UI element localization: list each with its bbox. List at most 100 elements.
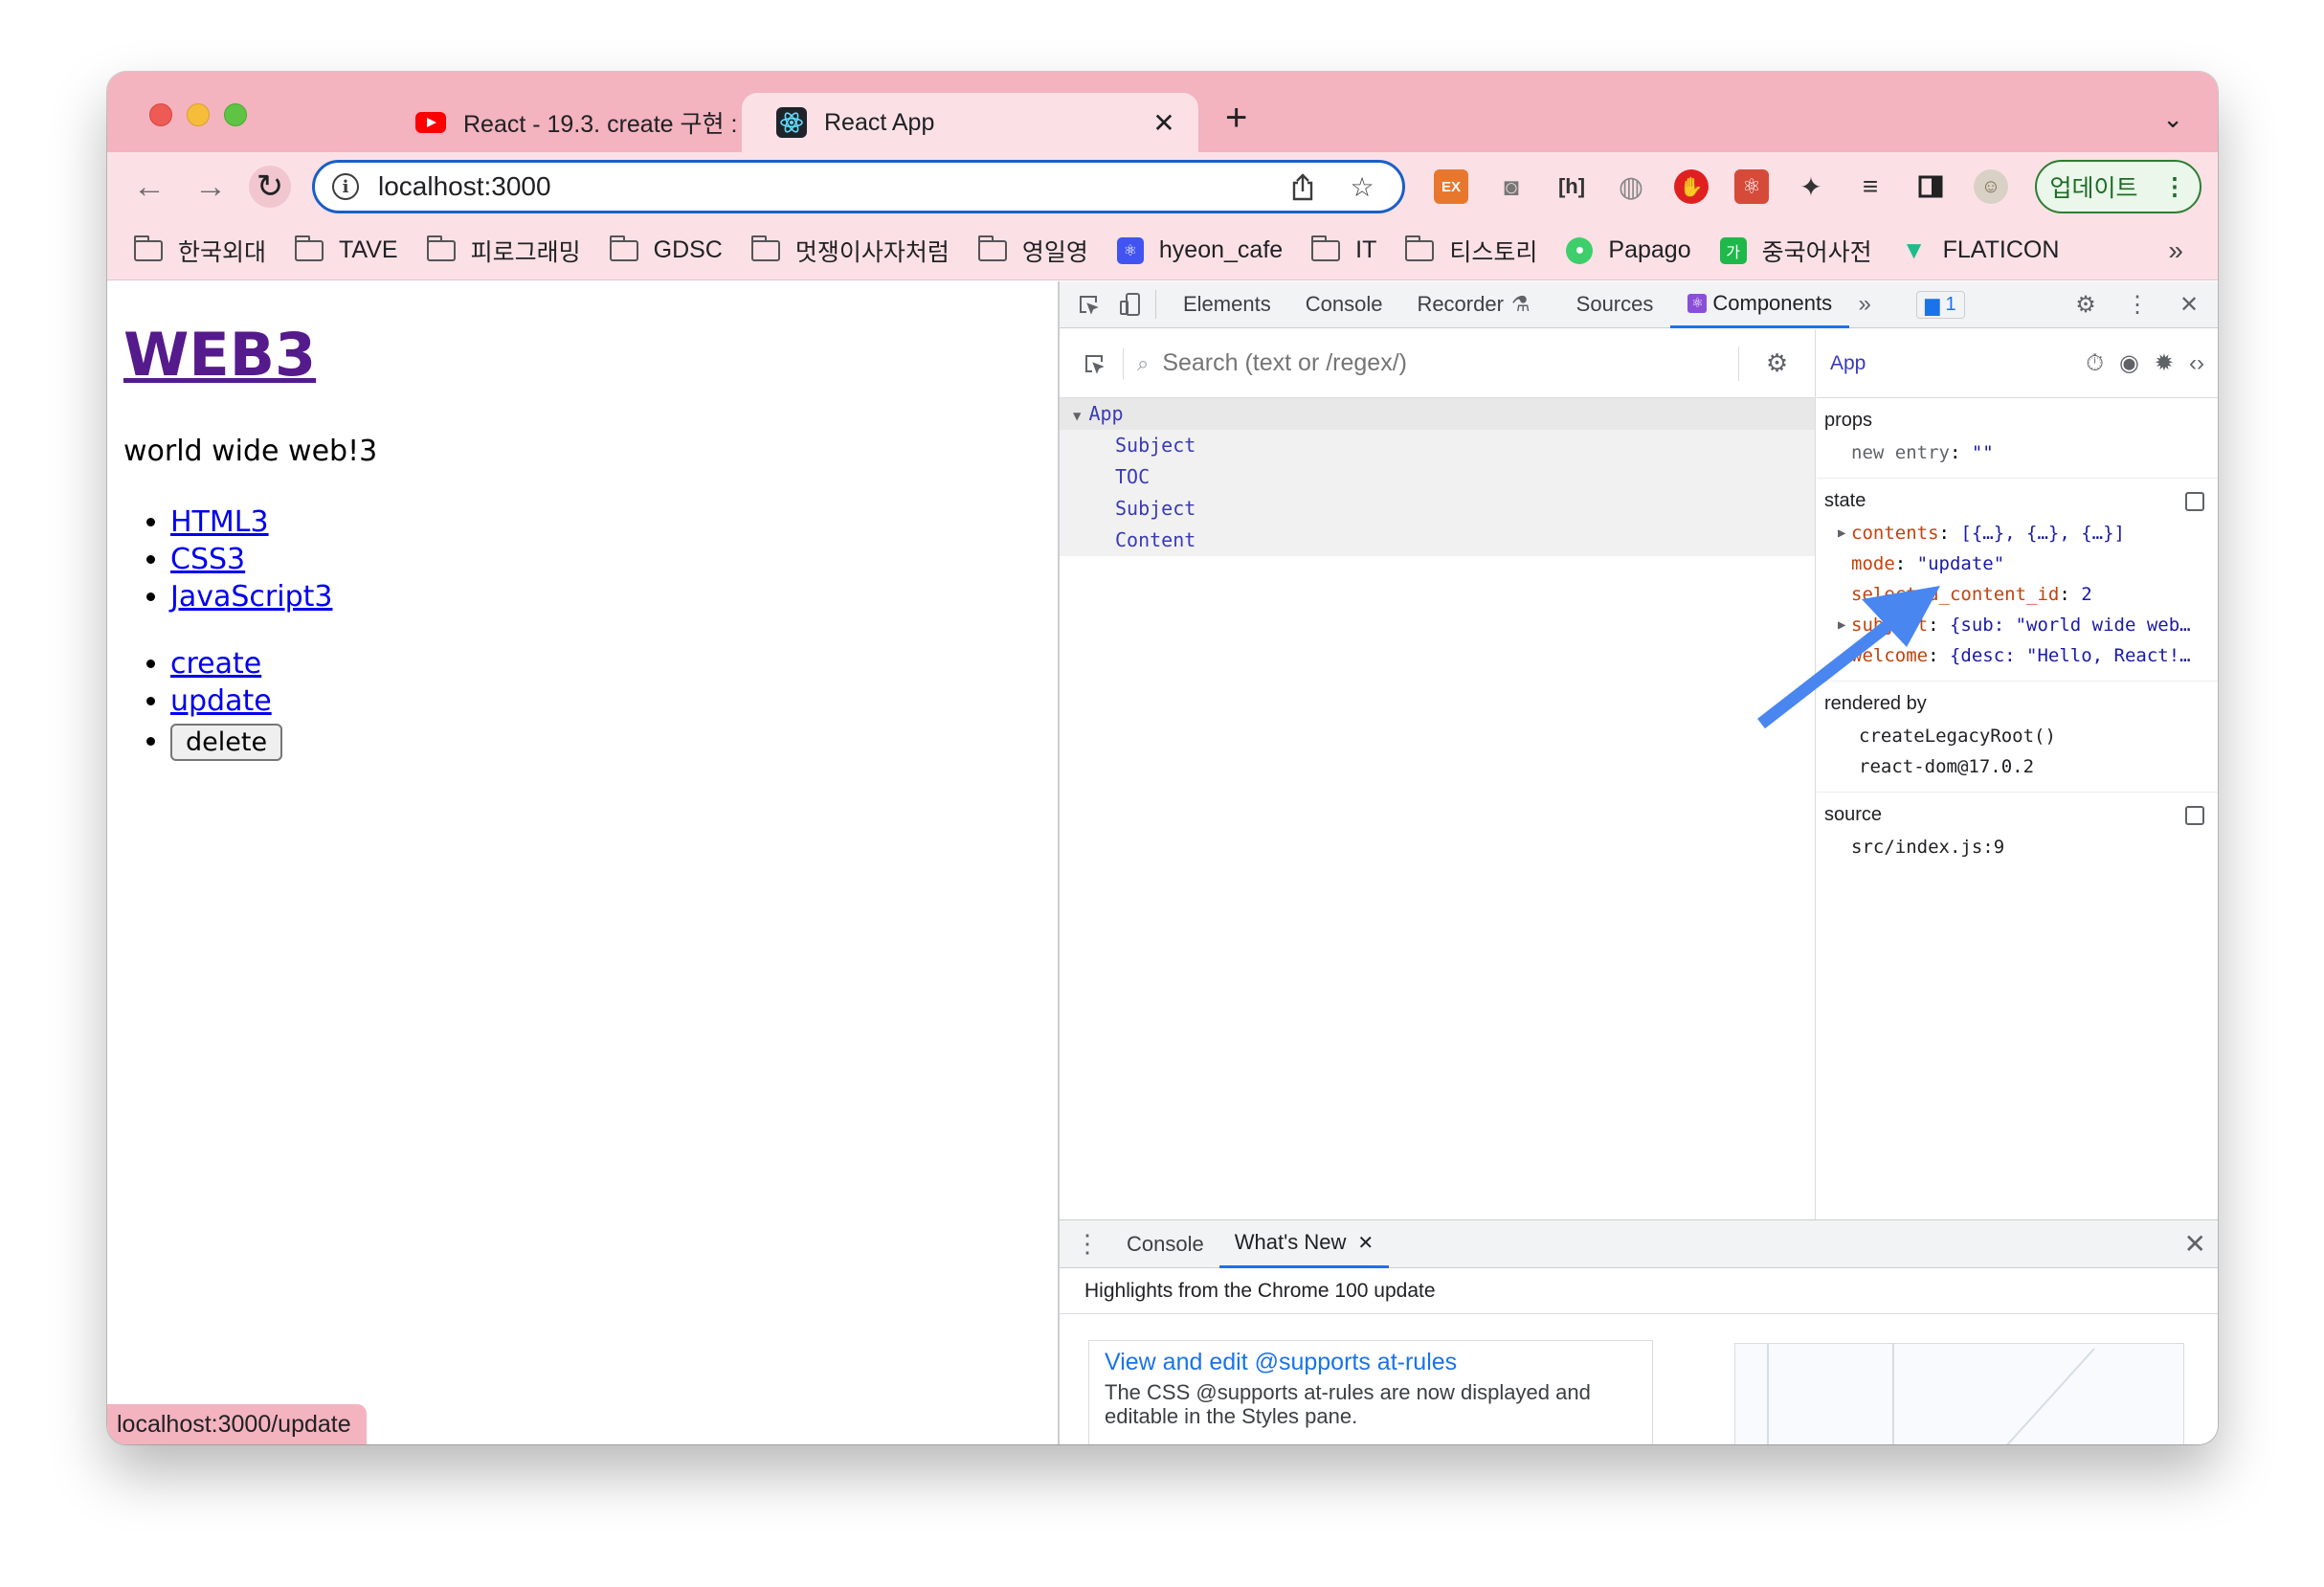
zoom-window-button[interactable] — [224, 103, 247, 126]
minimize-window-button[interactable] — [187, 103, 210, 126]
section-title: state — [1824, 490, 1866, 511]
close-window-button[interactable] — [149, 103, 172, 126]
title-link[interactable]: WEB3 — [123, 320, 316, 390]
delete-button[interactable]: delete — [170, 724, 283, 761]
close-tab-icon[interactable]: ✕ — [1357, 1231, 1374, 1255]
caret-right-icon[interactable]: ▶ — [1838, 518, 1845, 548]
bookmark-link[interactable]: 가 중국어사전 — [1719, 234, 1872, 268]
state-section: state ▶ contents: [{…}, {…}, {…}] mode: "… — [1817, 479, 2218, 682]
source-location[interactable]: src/index.js:9 — [1824, 832, 2218, 862]
bookmark-folder[interactable]: 멋쟁이사자처럼 — [750, 234, 950, 268]
forward-arrow-icon[interactable]: → — [190, 166, 232, 208]
state-value[interactable]: "update" — [1917, 553, 2005, 574]
update-link[interactable]: update — [170, 684, 272, 718]
tab-components[interactable]: ⚛ Components — [1670, 281, 1850, 328]
tree-node[interactable]: TOC — [1060, 461, 1815, 493]
tree-node-app[interactable]: ▼ App — [1060, 398, 1815, 430]
timer-icon[interactable]: ⏱ — [2086, 350, 2104, 377]
control-item: create — [170, 645, 282, 682]
update-button[interactable]: 업데이트 ⋮ — [2035, 160, 2201, 213]
bookmark-link[interactable]: ● Papago — [1566, 236, 1691, 264]
close-drawer-icon[interactable]: ✕ — [2184, 1228, 2206, 1260]
address-bar[interactable]: i localhost:3000 ☆ — [312, 160, 1405, 213]
tree-node[interactable]: Subject — [1060, 430, 1815, 461]
state-row[interactable]: selected_content_id: 2 — [1824, 579, 2218, 610]
side-panel-icon[interactable] — [1913, 169, 1948, 204]
selected-component-name: App — [1830, 351, 1866, 374]
copy-icon[interactable] — [2185, 806, 2204, 825]
camera-icon[interactable]: ◙ — [1494, 169, 1529, 204]
state-value[interactable]: 2 — [2081, 584, 2091, 605]
profile-avatar[interactable]: ☺ — [1974, 169, 2008, 204]
extension-ex-icon[interactable]: EX — [1434, 169, 1468, 204]
close-devtools-icon[interactable]: ✕ — [2174, 290, 2204, 321]
bookmark-folder[interactable]: IT — [1311, 235, 1376, 264]
toc-link-javascript[interactable]: JavaScript3 — [170, 580, 332, 614]
adblock-icon[interactable]: ✋ — [1674, 169, 1709, 204]
state-row[interactable]: ▶ subject: {sub: "world wide web… — [1824, 610, 2218, 640]
address-text[interactable]: localhost:3000 — [378, 171, 1284, 202]
tree-node[interactable]: Content — [1060, 525, 1815, 556]
create-link[interactable]: create — [170, 647, 261, 681]
search-input[interactable] — [1162, 349, 1738, 377]
inspect-element-icon[interactable] — [1073, 289, 1104, 320]
site-info-icon[interactable]: i — [332, 173, 359, 200]
toc-link-html[interactable]: HTML3 — [170, 505, 269, 539]
more-bookmarks-chevron-icon[interactable]: » — [2168, 235, 2183, 266]
eye-icon[interactable]: ◉ — [2119, 349, 2139, 377]
bookmark-folder[interactable]: TAVE — [295, 235, 398, 264]
react-devtools-icon[interactable]: ⚛ — [1734, 169, 1769, 204]
reload-icon[interactable]: ↻ — [249, 166, 291, 208]
source-code-icon[interactable]: ‹› — [2189, 350, 2204, 377]
caret-right-icon[interactable]: ▶ — [1838, 610, 1845, 640]
state-row[interactable]: ▶ contents: [{…}, {…}, {…}] — [1824, 518, 2218, 548]
drawer-tab-console[interactable]: Console — [1111, 1220, 1219, 1268]
bookmark-folder[interactable]: 영일영 — [977, 234, 1088, 268]
tab-react-app[interactable]: React App ✕ — [742, 93, 1198, 152]
toc-link-css[interactable]: CSS3 — [170, 543, 245, 576]
settings-gear-icon[interactable]: ⚙ — [2070, 290, 2101, 321]
more-tabs-chevron-icon[interactable]: » — [1849, 289, 1880, 320]
extensions-puzzle-icon[interactable]: ✦ — [1794, 169, 1828, 204]
new-tab-button[interactable]: + — [1225, 99, 1247, 137]
tree-node[interactable]: Subject — [1060, 493, 1815, 525]
bug-icon[interactable]: ✹ — [2155, 349, 2174, 377]
bookmark-folder[interactable]: 한국외대 — [134, 234, 266, 268]
prop-value[interactable]: "" — [1972, 442, 1994, 463]
state-value: [{…}, {…}, {…}] — [1960, 523, 2125, 544]
state-row[interactable]: welcome: {desc: "Hello, React!… — [1824, 640, 2218, 671]
tab-elements[interactable]: Elements — [1166, 281, 1288, 328]
media-queue-icon[interactable]: ≡ — [1853, 169, 1888, 204]
bookmark-star-icon[interactable]: ☆ — [1343, 168, 1381, 206]
feature-link[interactable]: View and edit @supports at-rules — [1105, 1349, 1637, 1376]
more-vert-icon[interactable]: ⋮ — [2122, 290, 2153, 321]
devtools-right-controls: ⚙ ⋮ ✕ — [2070, 281, 2218, 328]
copy-icon[interactable] — [2185, 492, 2204, 511]
issues-badge[interactable]: ▆ 1 — [1916, 290, 1965, 319]
tab-console[interactable]: Console — [1288, 281, 1400, 328]
settings-gear-icon[interactable]: ⚙ — [1738, 346, 1796, 381]
device-toolbar-icon[interactable] — [1115, 289, 1146, 320]
flask-icon: ⚗ — [1510, 292, 1531, 316]
drawer-menu-icon[interactable]: ⋮ — [1075, 1229, 1100, 1259]
bookmark-folder[interactable]: 피로그래밍 — [426, 234, 581, 268]
state-row[interactable]: mode: "update" — [1824, 548, 2218, 579]
bookmark-folder[interactable]: GDSC — [609, 235, 723, 264]
caret-down-icon[interactable]: ▼ — [1073, 409, 1081, 424]
share-icon[interactable] — [1284, 168, 1322, 206]
bookmark-folder[interactable]: 티스토리 — [1405, 234, 1537, 268]
bookmark-link[interactable]: ▼ FLATICON — [1901, 235, 2060, 264]
hashnode-icon[interactable]: [h] — [1554, 169, 1589, 204]
select-component-icon[interactable] — [1079, 348, 1109, 379]
prop-row[interactable]: new entry: "" — [1824, 437, 2218, 468]
browser-window: React - 19.3. create 구현 : mode 변경 ✕ Reac… — [107, 72, 2218, 1444]
drawer-tab-whats-new[interactable]: What's New ✕ — [1218, 1220, 1390, 1268]
close-tab-icon[interactable]: ✕ — [1147, 105, 1181, 140]
bookmark-link[interactable]: ⚛ hyeon_cafe — [1116, 236, 1283, 264]
tab-sources[interactable]: Sources — [1559, 281, 1671, 328]
tab-recorder[interactable]: Recorder ⚗ — [1399, 281, 1547, 328]
back-arrow-icon[interactable]: ← — [128, 166, 170, 208]
state-value: {sub: "world wide web… — [1949, 615, 2191, 636]
tab-search-chevron-icon[interactable]: ⌄ — [2162, 104, 2183, 134]
globe-icon[interactable]: ◍ — [1614, 169, 1648, 204]
